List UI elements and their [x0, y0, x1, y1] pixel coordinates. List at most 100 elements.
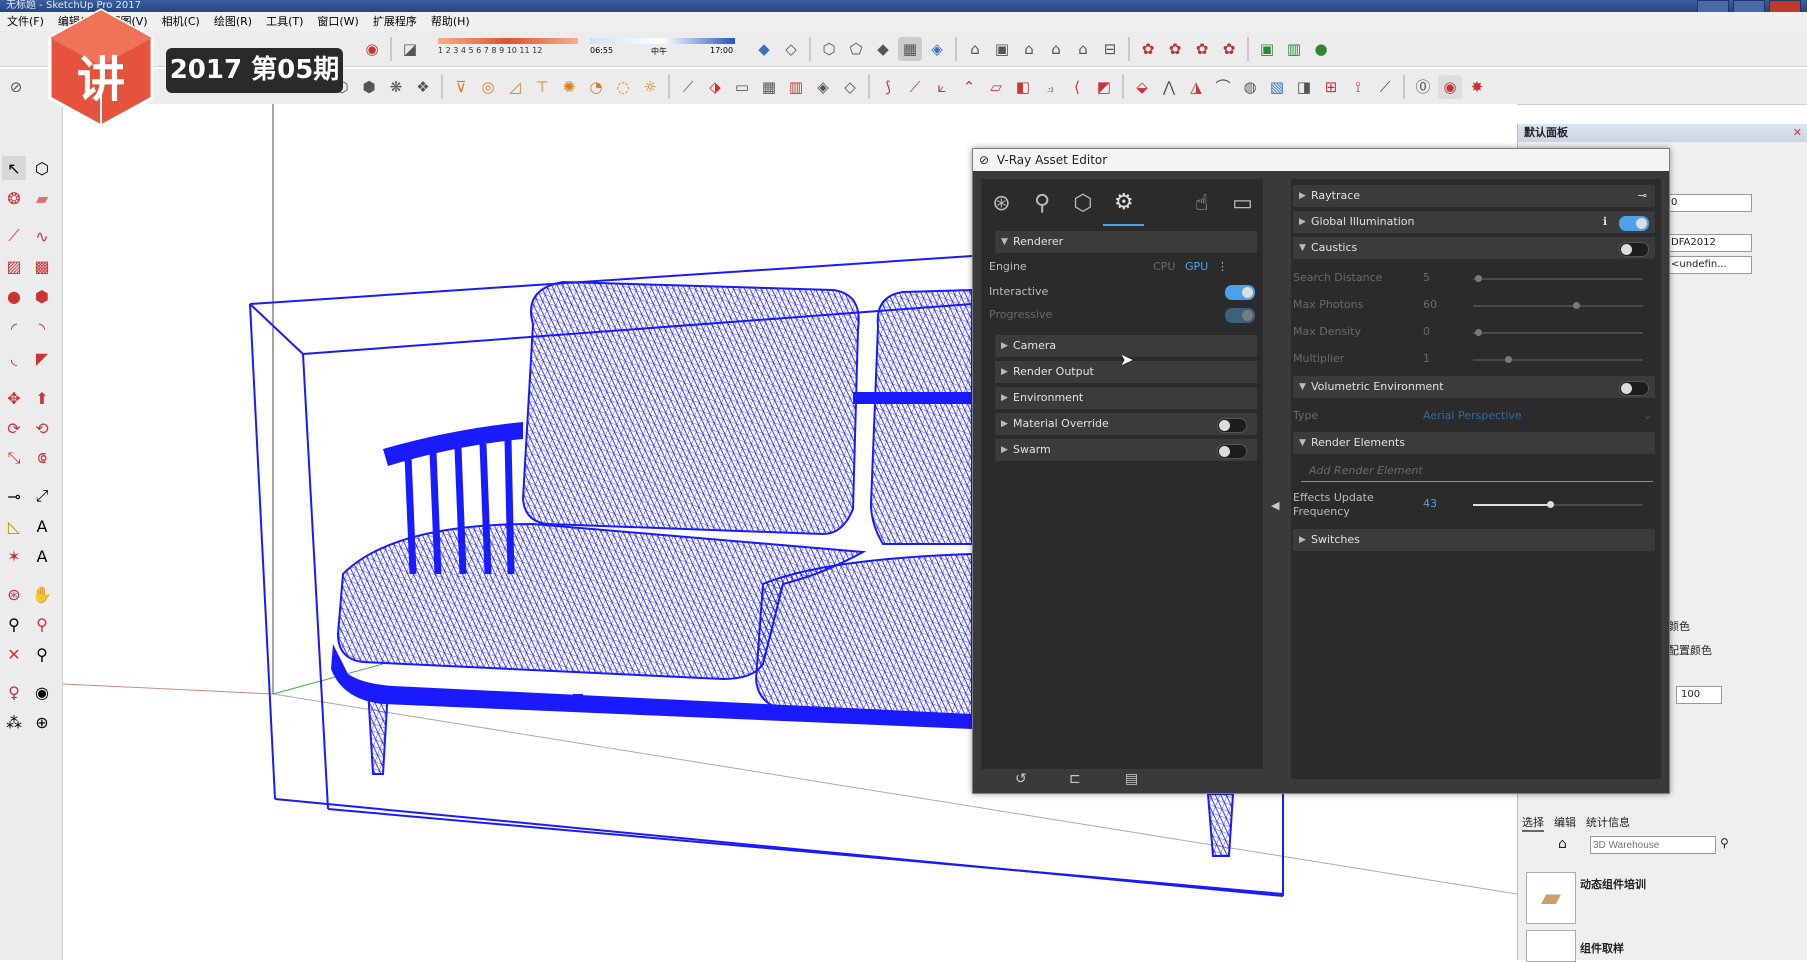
dimensions-icon[interactable]: ⤢ [30, 484, 54, 508]
joint-tool-9-icon[interactable]: ⟟ [1346, 75, 1370, 99]
section-volumetric-environment[interactable]: ▼ Volumetric Environment [1293, 376, 1655, 398]
zoom-window-icon[interactable]: ⚲ [30, 612, 54, 636]
axes-icon[interactable]: ⊤ [530, 75, 554, 99]
component-thumb-2[interactable] [1526, 930, 1576, 962]
curve-tool-3-icon[interactable]: ⟀ [930, 75, 954, 99]
joint-tool-7-icon[interactable]: ◨ [1292, 75, 1316, 99]
section-global-illumination[interactable]: ▶ Global Illumination ℹ [1293, 211, 1655, 233]
menu-extensions[interactable]: 扩展程序 [366, 12, 424, 31]
warehouse-search-input[interactable] [1590, 836, 1716, 854]
su-tool-2-icon[interactable]: ◉ [1438, 74, 1462, 99]
tray-field-type[interactable]: <undefin... [1666, 256, 1752, 274]
joint-tool-3-icon[interactable]: ◮ [1184, 75, 1208, 99]
save-icon[interactable]: ▤ [1125, 771, 1138, 787]
section-icon[interactable]: ⊕ [30, 710, 54, 734]
select-icon[interactable]: ↖ [2, 156, 26, 180]
joint-tool-1-icon[interactable]: ⬙ [1130, 75, 1154, 99]
rectangle-icon[interactable]: ▨ [2, 254, 26, 278]
tray-field-layer[interactable]: 0 [1666, 194, 1752, 212]
previous-view-icon[interactable]: ⚲ [30, 642, 54, 666]
section-render-elements[interactable]: ▼ Render Elements [1293, 432, 1655, 454]
plugin-tool-6-icon[interactable]: ◈ [811, 75, 835, 99]
multiplier-value[interactable]: 1 [1423, 350, 1430, 368]
su-tool-1-icon[interactable]: ⓪ [1411, 75, 1435, 99]
settings-tab-icon[interactable]: ⚙ [1103, 180, 1145, 226]
plugin-tool-3-icon[interactable]: ▭ [730, 75, 754, 99]
zoom-extents-icon[interactable]: ✕ [2, 642, 26, 666]
paint-bucket-icon[interactable]: ❂ [2, 186, 26, 210]
collapse-panel-icon[interactable]: ◀ [1271, 499, 1279, 512]
max-density-slider[interactable] [1473, 329, 1643, 336]
shaded-icon[interactable]: ◆ [871, 37, 895, 61]
vray-render-icon[interactable]: ◉ [360, 37, 384, 61]
extension-warehouse-icon[interactable]: ▥ [1282, 37, 1306, 61]
light-icon[interactable]: ☼ [638, 75, 662, 99]
curve-tool-9-icon[interactable]: ◩ [1092, 75, 1116, 99]
progressive-toggle[interactable] [1225, 308, 1255, 323]
joint-tool-5-icon[interactable]: ◍ [1238, 75, 1262, 99]
max-photons-value[interactable]: 60 [1423, 296, 1437, 314]
dimension-icon[interactable]: ⊽ [449, 75, 473, 99]
menu-help[interactable]: 帮助(H) [424, 12, 477, 31]
xray-icon[interactable]: ◆ [752, 37, 776, 61]
component-icon[interactable]: ⬡ [30, 156, 54, 180]
two-point-arc-icon[interactable]: ◝ [30, 316, 54, 340]
walk-icon[interactable]: ⁂ [2, 710, 26, 734]
plugin-tool-7-icon[interactable]: ◇ [838, 75, 862, 99]
back-edges-icon[interactable]: ◇ [779, 37, 803, 61]
component-thumb-1[interactable]: ▰ [1526, 872, 1576, 924]
sandbox-grid-icon[interactable]: ✿ [1163, 37, 1187, 61]
curve-tool-2-icon[interactable]: ⟋ [903, 75, 927, 99]
curve-tool-4-icon[interactable]: ⌃ [957, 75, 981, 99]
tab-statistics[interactable]: 统计信息 [1586, 814, 1630, 832]
intersect-icon[interactable]: ❋ [384, 75, 408, 99]
geometry-tab-icon[interactable]: ⬡ [1063, 181, 1104, 225]
engine-cpu-option[interactable]: CPU [1153, 258, 1175, 276]
pin-icon[interactable]: ⊸ [1638, 185, 1647, 207]
joint-tool-6-icon[interactable]: ▧ [1265, 75, 1289, 99]
effects-update-value[interactable]: 43 [1423, 495, 1437, 513]
reset-icon[interactable]: ↺ [1015, 771, 1027, 787]
protractor-icon[interactable]: ◎ [476, 75, 500, 99]
three-point-arc-icon[interactable]: ◟ [2, 346, 26, 370]
section-renderer[interactable]: ▼ Renderer [995, 231, 1257, 253]
sun-icon[interactable]: ✺ [557, 75, 581, 99]
look-around-icon[interactable]: ◉ [30, 680, 54, 704]
left-view-icon[interactable]: ⊟ [1098, 37, 1122, 61]
joint-tool-8-icon[interactable]: ⊞ [1319, 75, 1343, 99]
menu-camera[interactable]: 相机(C) [155, 12, 207, 31]
swarm-toggle[interactable] [1217, 444, 1247, 459]
shadow-settings-bar[interactable]: 1 2 3 4 5 6 7 8 9 10 11 12 06:55 中午 17:0… [438, 36, 738, 62]
polygon-icon[interactable]: ⬢ [30, 284, 54, 308]
section-caustics[interactable]: ▼ Caustics [1293, 237, 1655, 259]
sandbox-icon[interactable]: ✿ [1136, 37, 1160, 61]
plugin-tool-2-icon[interactable]: ⬗ [703, 75, 727, 99]
position-camera-icon[interactable]: ♀ [2, 680, 26, 704]
open-folder-icon[interactable]: ⊏ [1069, 771, 1081, 787]
follow-me-icon[interactable]: ⟲ [30, 416, 54, 440]
search-distance-value[interactable]: 5 [1423, 269, 1430, 287]
rotate-icon[interactable]: ⟳ [2, 416, 26, 440]
plugin-tool-4-icon[interactable]: ▦ [757, 75, 781, 99]
3d-text-icon[interactable]: A [30, 544, 54, 568]
rotated-rectangle-icon[interactable]: ▩ [30, 254, 54, 278]
tray-spin-value[interactable]: 100 [1676, 686, 1722, 704]
section-environment[interactable]: ▶ Environment [995, 387, 1257, 409]
share-model-icon[interactable]: ● [1309, 37, 1333, 61]
axes-tool-icon[interactable]: ✶ [2, 544, 26, 568]
caustics-toggle[interactable] [1619, 242, 1649, 257]
union-icon[interactable]: ❖ [411, 75, 435, 99]
sandbox-drape-icon[interactable]: ✿ [1217, 37, 1241, 61]
line-icon[interactable]: ⟋ [2, 224, 26, 248]
tape-icon[interactable]: ⊸ [2, 484, 26, 508]
outer-shell-icon[interactable]: ⬢ [357, 75, 381, 99]
max-density-value[interactable]: 0 [1423, 323, 1430, 341]
curve-tool-8-icon[interactable]: ⟨ [1065, 75, 1089, 99]
interactive-toggle[interactable] [1225, 285, 1255, 300]
material-override-toggle[interactable] [1217, 418, 1247, 433]
wireframe-icon[interactable]: ⬡ [817, 37, 841, 61]
protractor-tool-icon[interactable]: ◺ [2, 514, 26, 538]
sphere-icon[interactable]: ◌ [611, 75, 635, 99]
joint-tool-10-icon[interactable]: ⟋ [1373, 75, 1397, 99]
move-icon[interactable]: ✥ [2, 386, 26, 410]
